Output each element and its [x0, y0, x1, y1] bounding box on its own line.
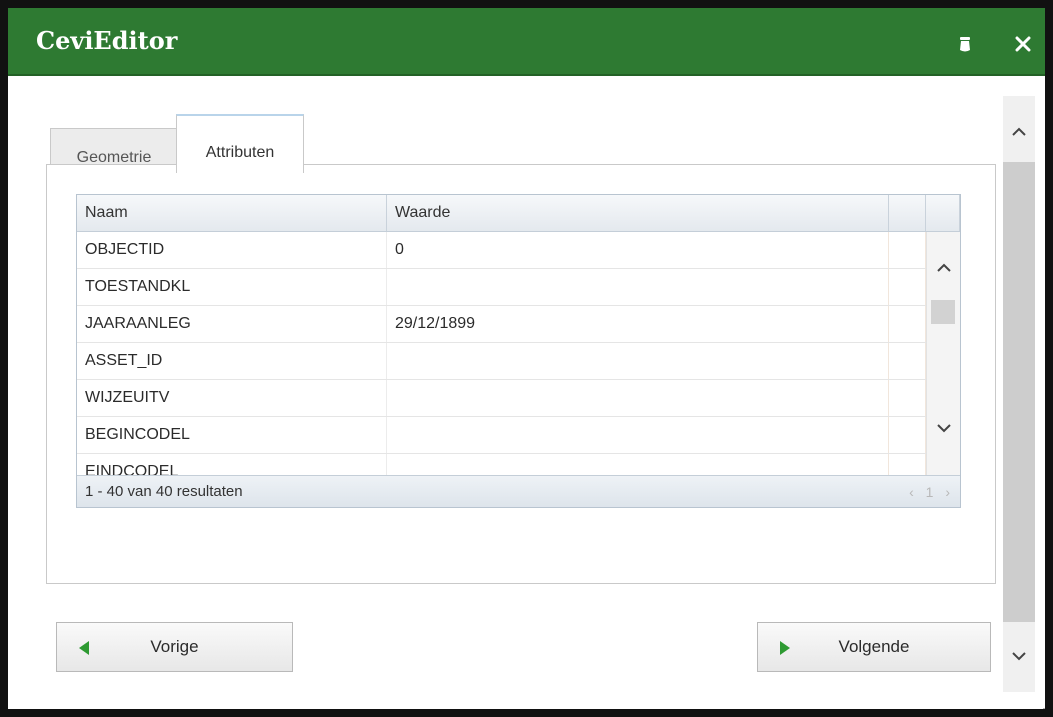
cell-value[interactable] — [387, 380, 889, 416]
column-header-scroll-spacer — [926, 195, 960, 231]
tab-attributen[interactable]: Attributen — [176, 114, 304, 173]
grid-body[interactable]: OBJECTID 0 TOESTANDKL JAARAANLEG 29/12/1… — [77, 232, 926, 475]
cell-extra — [889, 269, 926, 305]
table-row[interactable]: TOESTANDKL — [77, 269, 926, 306]
resize-grip-icon[interactable] — [1037, 702, 1051, 716]
arrow-right-icon — [780, 641, 790, 655]
chevron-up-icon[interactable] — [1009, 122, 1029, 142]
cell-value[interactable]: 0 — [387, 232, 889, 268]
cell-name: BEGINCODEL — [77, 417, 387, 453]
cell-value[interactable] — [387, 417, 889, 453]
column-header-naam[interactable]: Naam — [77, 195, 387, 231]
next-button-label: Volgende — [838, 637, 910, 656]
table-row[interactable]: WIJZEUITV — [77, 380, 926, 417]
cell-extra — [889, 343, 926, 379]
title-bar: CeviEditor — [8, 8, 1045, 76]
cell-name: EINDCODEL — [77, 454, 387, 475]
pin-icon[interactable] — [955, 34, 975, 54]
grid-header: Naam Waarde — [77, 195, 960, 232]
previous-button[interactable]: Vorige — [56, 622, 293, 672]
cell-name: JAARAANLEG — [77, 306, 387, 342]
pager-prev-icon[interactable]: ‹ — [909, 484, 914, 500]
pager-page-number[interactable]: 1 — [926, 484, 934, 500]
cell-extra — [889, 232, 926, 268]
table-row[interactable]: OBJECTID 0 — [77, 232, 926, 269]
pager-next-icon[interactable]: › — [945, 484, 950, 500]
tab-attributen-label: Attributen — [205, 144, 275, 161]
cell-name: OBJECTID — [77, 232, 387, 268]
cell-value[interactable] — [387, 269, 889, 305]
cell-name: WIJZEUITV — [77, 380, 387, 416]
cell-name: TOESTANDKL — [77, 269, 387, 305]
column-header-waarde[interactable]: Waarde — [387, 195, 889, 231]
table-row[interactable]: EINDCODEL — [77, 454, 926, 475]
results-count: 1 - 40 van 40 resultaten — [85, 483, 243, 500]
chevron-down-icon[interactable] — [1009, 646, 1029, 666]
window-scrollbar[interactable] — [1003, 96, 1035, 692]
table-row[interactable]: JAARAANLEG 29/12/1899 — [77, 306, 926, 343]
cell-value[interactable] — [387, 454, 889, 475]
cell-extra — [889, 454, 926, 475]
cell-extra — [889, 306, 926, 342]
table-row[interactable]: ASSET_ID — [77, 343, 926, 380]
attributes-grid: Naam Waarde OBJECTID 0 TOESTANDKL JAARAA… — [76, 194, 961, 508]
column-header-spacer — [889, 195, 926, 231]
cell-value[interactable]: 29/12/1899 — [387, 306, 889, 342]
window-title: CeviEditor — [36, 26, 178, 55]
table-row[interactable]: BEGINCODEL — [77, 417, 926, 454]
pager: ‹ 1 › — [901, 476, 950, 507]
previous-button-label: Vorige — [150, 637, 199, 656]
arrow-left-icon — [79, 641, 89, 655]
grid-footer: 1 - 40 van 40 resultaten ‹ 1 › — [77, 475, 960, 507]
chevron-down-icon[interactable] — [934, 418, 954, 438]
chevron-up-icon[interactable] — [934, 258, 954, 278]
cell-extra — [889, 380, 926, 416]
cell-name: ASSET_ID — [77, 343, 387, 379]
grid-scrollbar-thumb[interactable] — [931, 300, 955, 324]
next-button[interactable]: Volgende — [757, 622, 991, 672]
close-icon[interactable] — [1013, 34, 1033, 54]
window-scrollbar-thumb[interactable] — [1003, 162, 1035, 622]
cell-extra — [889, 417, 926, 453]
cell-value[interactable] — [387, 343, 889, 379]
grid-scrollbar[interactable] — [926, 232, 960, 475]
editor-window: CeviEditor Geometrie Attributen Naam Waa… — [0, 0, 1053, 717]
